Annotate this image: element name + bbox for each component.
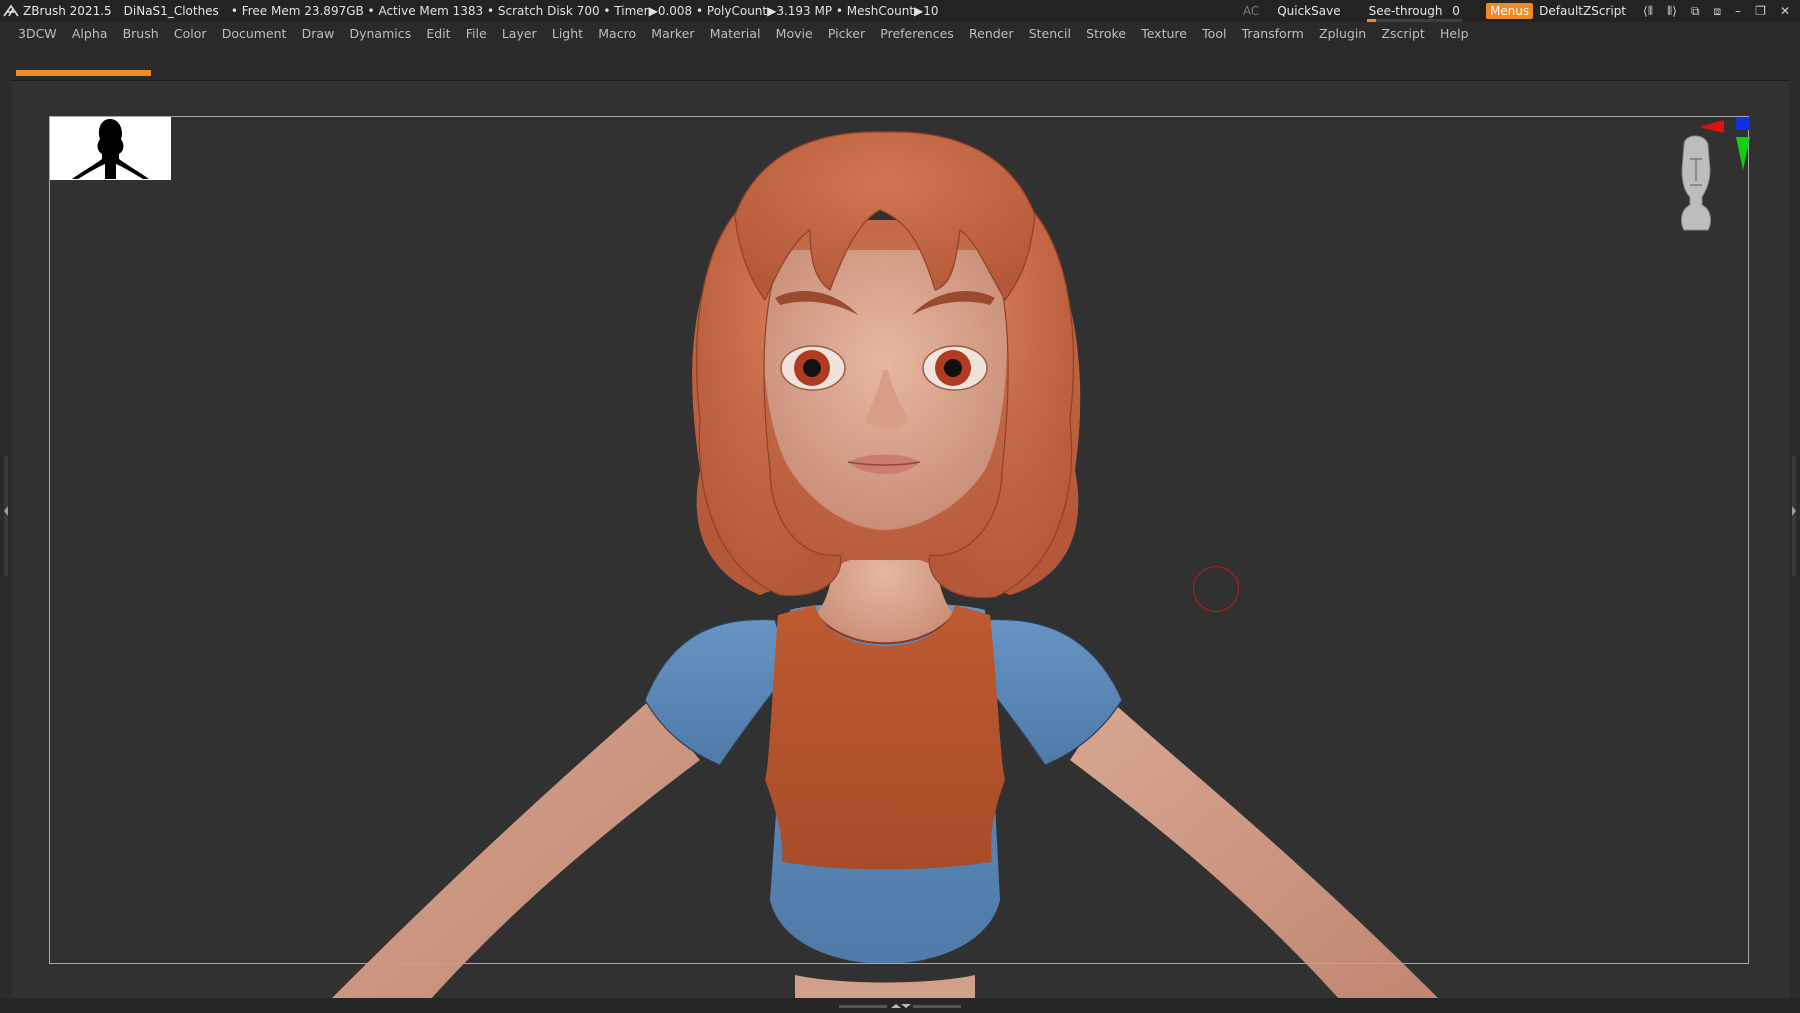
left-arm — [330, 700, 700, 1000]
left-pupil — [803, 359, 821, 377]
thumbnail-view[interactable] — [50, 117, 171, 180]
right-arm — [1070, 700, 1440, 1000]
silhouette-icon — [72, 119, 149, 179]
head-bust — [1681, 135, 1711, 231]
axis-x-icon — [1699, 120, 1724, 133]
head-navcube-icon[interactable] — [1654, 115, 1754, 235]
midriff — [795, 975, 975, 1000]
brush-cursor-ring — [1193, 566, 1239, 612]
left-tray-toggle[interactable] — [2, 456, 10, 576]
right-tray-toggle[interactable] — [1790, 456, 1798, 576]
sculpt-model-viewport[interactable] — [0, 0, 1800, 1013]
right-pupil — [944, 359, 962, 377]
axis-y-icon — [1736, 137, 1750, 170]
axis-z-icon — [1736, 117, 1750, 130]
bottom-tray-toggle[interactable] — [839, 1004, 961, 1009]
